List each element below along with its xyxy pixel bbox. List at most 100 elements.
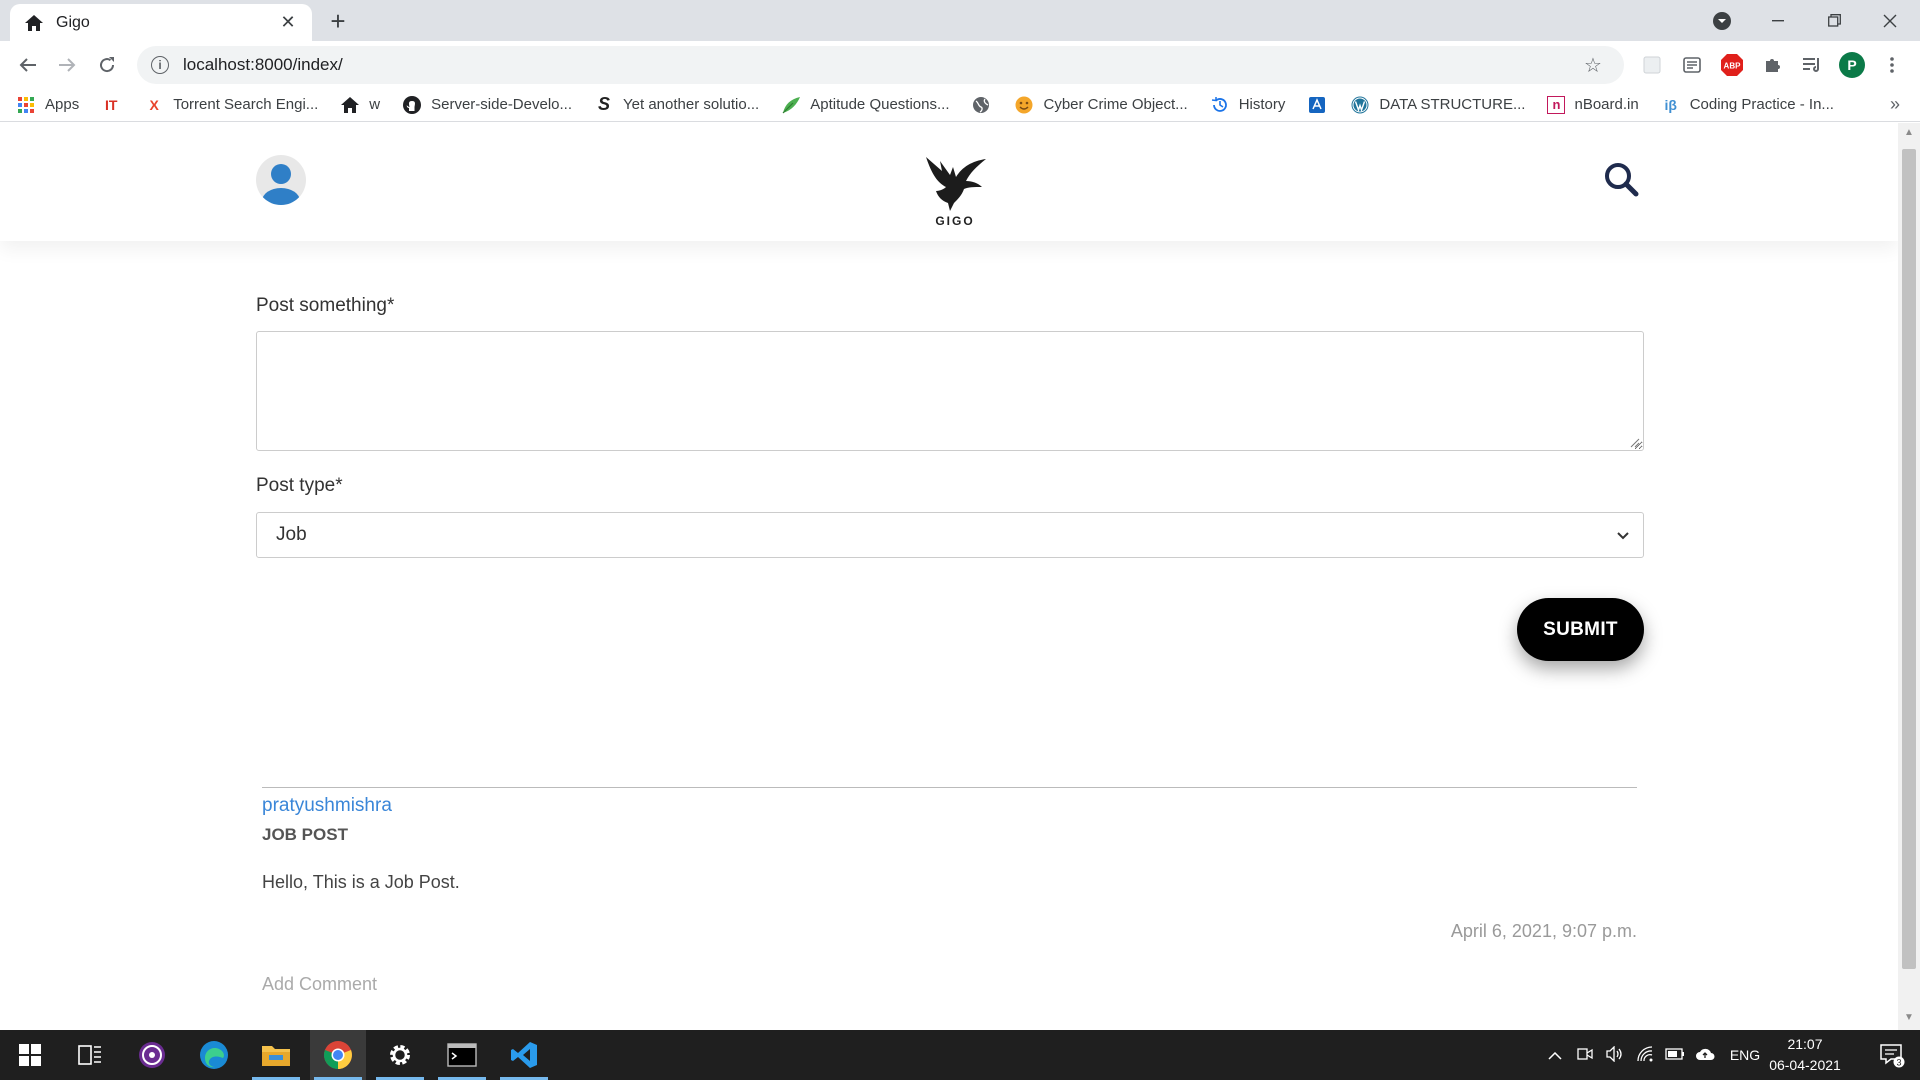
eagle-logo-icon bbox=[926, 157, 986, 211]
reload-icon bbox=[100, 57, 115, 73]
submit-button[interactable]: SUBMIT bbox=[1517, 598, 1644, 661]
minimize-icon bbox=[1772, 19, 1784, 21]
post-type-heading: JOB POST bbox=[262, 825, 348, 844]
file-explorer-icon[interactable] bbox=[248, 1030, 304, 1080]
wordpress-icon bbox=[1350, 95, 1370, 115]
bookmark-item[interactable]: n nBoard.in bbox=[1547, 95, 1639, 114]
bookmark-item[interactable] bbox=[971, 95, 1000, 115]
edge-browser-icon[interactable] bbox=[186, 1030, 242, 1080]
bookmark-label: Cyber Crime Object... bbox=[1043, 96, 1188, 113]
back-button[interactable] bbox=[14, 51, 42, 79]
bookmark-item[interactable]: Aptitude Questions... bbox=[781, 95, 949, 115]
github-icon bbox=[402, 95, 422, 115]
post-type-selected: Job bbox=[276, 524, 307, 545]
reload-button[interactable] bbox=[93, 51, 121, 79]
bookmark-item[interactable]: X Torrent Search Engi... bbox=[144, 95, 319, 115]
restore-button[interactable] bbox=[1806, 0, 1862, 41]
bookmark-label: History bbox=[1238, 96, 1286, 113]
bookmark-item[interactable]: Server-side-Develo... bbox=[402, 95, 572, 115]
vscode-icon[interactable] bbox=[496, 1030, 552, 1080]
bookmark-label: w bbox=[369, 96, 381, 113]
action-center-icon[interactable]: 3 bbox=[1864, 1030, 1920, 1080]
bookmark-item[interactable]: S Yet another solutio... bbox=[594, 94, 759, 115]
bookmark-item[interactable]: IT bbox=[101, 95, 130, 115]
app-square-icon bbox=[1307, 95, 1327, 115]
emoji-icon bbox=[1014, 95, 1034, 115]
close-window-button[interactable] bbox=[1862, 0, 1918, 41]
bookmark-label: Server-side-Develo... bbox=[431, 96, 573, 113]
gigo-logo[interactable]: GIGO bbox=[910, 153, 1000, 233]
scroll-thumb[interactable] bbox=[1902, 149, 1916, 969]
address-url[interactable]: localhost:8000/index/ bbox=[183, 55, 1584, 75]
resize-grip-icon[interactable] bbox=[1628, 435, 1640, 448]
history-icon bbox=[1210, 95, 1230, 115]
search-icon[interactable] bbox=[1603, 161, 1639, 197]
extension-reader-icon[interactable] bbox=[1678, 51, 1706, 79]
bookmark-item[interactable]: w bbox=[340, 95, 380, 115]
s-logo-icon: S bbox=[598, 94, 611, 114]
chevron-down-circle-icon bbox=[1713, 11, 1731, 30]
show-hidden-icons-icon[interactable] bbox=[1540, 1047, 1570, 1063]
post-body: Hello, This is a Job Post. bbox=[262, 872, 460, 892]
bookmark-label: DATA STRUCTURE... bbox=[1379, 96, 1526, 113]
system-tray: ENG bbox=[1540, 1030, 1770, 1080]
battery-icon[interactable] bbox=[1660, 1047, 1690, 1063]
leaf-icon bbox=[781, 95, 801, 115]
scroll-up-icon[interactable]: ▲ bbox=[1903, 127, 1915, 141]
browser-tabstrip: Gigo ✕ + bbox=[0, 0, 1920, 41]
extension-blank-icon[interactable] bbox=[1638, 51, 1666, 79]
minimize-button[interactable] bbox=[1750, 0, 1806, 41]
bookmark-item[interactable]: iβ Coding Practice - In... bbox=[1661, 95, 1833, 115]
page-scrollbar[interactable]: ▲ ▼ bbox=[1898, 123, 1920, 1030]
bookmarks-overflow-icon[interactable]: » bbox=[1890, 94, 1900, 115]
reading-list-icon[interactable] bbox=[1798, 51, 1826, 79]
profile-avatar-button[interactable]: P bbox=[1838, 51, 1866, 79]
tab-search-button[interactable] bbox=[1694, 0, 1750, 41]
windows-taskbar: ENG 21:07 06-04-2021 3 bbox=[0, 1030, 1920, 1080]
forward-button[interactable] bbox=[53, 51, 81, 79]
abp-label: ABP bbox=[1724, 62, 1742, 71]
extensions-puzzle-icon[interactable] bbox=[1758, 51, 1786, 79]
wifi-icon[interactable] bbox=[1630, 1045, 1660, 1065]
scroll-down-icon[interactable]: ▼ bbox=[1903, 1012, 1915, 1026]
browser-tab[interactable]: Gigo ✕ bbox=[10, 4, 312, 41]
user-avatar-icon[interactable] bbox=[256, 155, 306, 205]
profile-initial: P bbox=[1839, 52, 1865, 78]
logo-text: GIGO bbox=[935, 214, 975, 228]
bookmarks-bar: Apps IT X Torrent Search Engi... w Server-sid… bbox=[0, 88, 1920, 122]
address-bar[interactable]: i localhost:8000/index/ ☆ bbox=[137, 46, 1624, 84]
task-view-icon[interactable] bbox=[62, 1030, 118, 1080]
info-icon[interactable]: i bbox=[151, 56, 169, 74]
post-content-textarea[interactable] bbox=[256, 331, 1644, 451]
bookmark-item[interactable]: Apps bbox=[16, 95, 79, 115]
apps-grid-icon bbox=[16, 95, 36, 115]
onedrive-cloud-icon[interactable] bbox=[1690, 1047, 1720, 1064]
add-comment-input[interactable]: Add Comment bbox=[262, 974, 377, 995]
clock-date: 06-04-2021 bbox=[1769, 1057, 1841, 1073]
bookmark-item[interactable]: DATA STRUCTURE... bbox=[1350, 95, 1525, 115]
post-username-link[interactable]: pratyushmishra bbox=[262, 795, 392, 817]
meet-now-icon[interactable] bbox=[1570, 1046, 1600, 1065]
taskbar-clock[interactable]: 21:07 06-04-2021 bbox=[1762, 1034, 1848, 1076]
media-player-icon[interactable] bbox=[124, 1030, 180, 1080]
adblock-plus-icon[interactable]: ABP bbox=[1718, 51, 1746, 79]
bookmark-item[interactable]: Cyber Crime Object... bbox=[1014, 95, 1188, 115]
bookmark-label: Aptitude Questions... bbox=[810, 96, 950, 113]
bookmark-item[interactable] bbox=[1307, 95, 1336, 115]
terminal-icon[interactable] bbox=[434, 1030, 490, 1080]
new-tab-button[interactable]: + bbox=[325, 8, 351, 35]
volume-icon[interactable] bbox=[1600, 1044, 1630, 1065]
arrow-left-icon bbox=[19, 58, 36, 72]
browser-toolbar: i localhost:8000/index/ ☆ ABP P bbox=[0, 41, 1920, 88]
tab-close-icon[interactable]: ✕ bbox=[278, 12, 298, 33]
chrome-taskbar-icon[interactable] bbox=[310, 1030, 366, 1080]
browser-menu-icon[interactable] bbox=[1878, 51, 1906, 79]
windows-start-icon[interactable] bbox=[2, 1030, 58, 1080]
post-type-select[interactable]: Job bbox=[256, 512, 1644, 558]
bookmark-star-icon[interactable]: ☆ bbox=[1584, 53, 1614, 78]
settings-gear-icon[interactable] bbox=[372, 1030, 428, 1080]
torrent-x-icon: X bbox=[149, 96, 159, 113]
clock-time: 21:07 bbox=[1787, 1036, 1823, 1052]
globe-icon bbox=[971, 95, 991, 115]
bookmark-item[interactable]: History bbox=[1210, 95, 1286, 115]
